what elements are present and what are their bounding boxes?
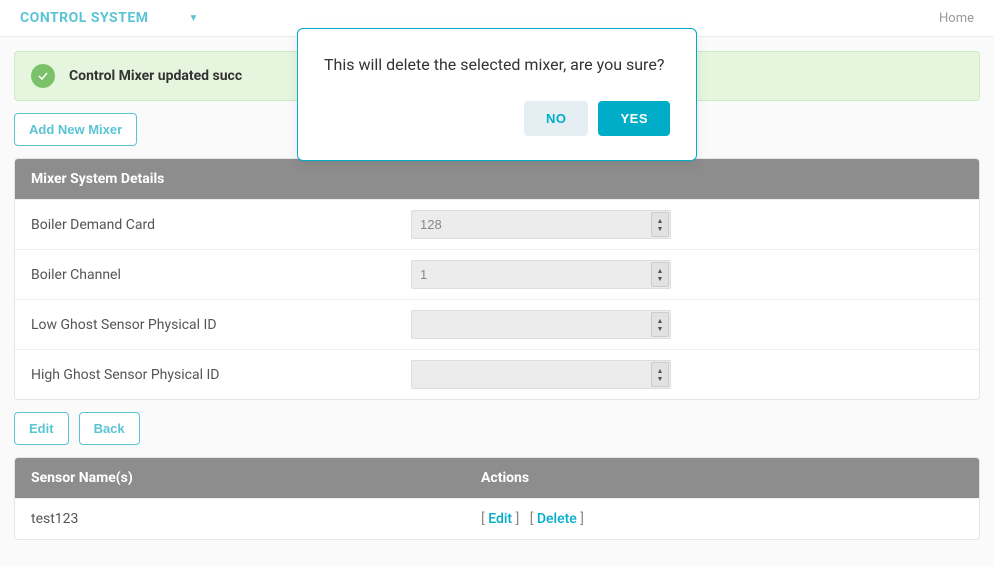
yes-button[interactable]: YES bbox=[598, 101, 670, 136]
spin-down-icon[interactable]: ▼ bbox=[652, 325, 668, 333]
form-row-high-ghost: High Ghost Sensor Physical ID ▲▼ bbox=[15, 349, 979, 399]
add-new-mixer-button[interactable]: Add New Mixer bbox=[14, 113, 137, 146]
input-wrap: ▲▼ bbox=[411, 310, 671, 339]
spin-buttons[interactable]: ▲▼ bbox=[651, 362, 669, 387]
input-wrap: ▲▼ bbox=[411, 210, 671, 239]
delete-link[interactable]: Delete bbox=[537, 511, 577, 527]
check-circle-icon bbox=[31, 64, 55, 88]
confirm-delete-modal: This will delete the selected mixer, are… bbox=[297, 28, 697, 161]
no-button[interactable]: NO bbox=[524, 101, 589, 136]
spin-buttons[interactable]: ▲▼ bbox=[651, 312, 669, 337]
form-row-low-ghost: Low Ghost Sensor Physical ID ▲▼ bbox=[15, 299, 979, 349]
brand-title[interactable]: CONTROL SYSTEM bbox=[20, 10, 148, 26]
modal-actions: NO YES bbox=[324, 101, 670, 136]
edit-back-row: Edit Back bbox=[14, 412, 980, 445]
sensor-table-header: Sensor Name(s) Actions bbox=[15, 458, 979, 498]
label-boiler-demand-card: Boiler Demand Card bbox=[31, 217, 411, 233]
alert-message: Control Mixer updated succ bbox=[69, 68, 242, 84]
spin-buttons[interactable]: ▲▼ bbox=[651, 262, 669, 287]
home-link[interactable]: Home bbox=[939, 11, 974, 26]
spin-up-icon[interactable]: ▲ bbox=[652, 317, 668, 325]
input-wrap: ▲▼ bbox=[411, 360, 671, 389]
form-row-boiler-channel: Boiler Channel ▲▼ bbox=[15, 249, 979, 299]
edit-button[interactable]: Edit bbox=[14, 412, 69, 445]
label-high-ghost: High Ghost Sensor Physical ID bbox=[31, 367, 411, 383]
spin-down-icon[interactable]: ▼ bbox=[652, 225, 668, 233]
boiler-demand-card-input[interactable] bbox=[411, 210, 671, 239]
spin-up-icon[interactable]: ▲ bbox=[652, 367, 668, 375]
sensor-name-cell: test123 bbox=[31, 511, 481, 527]
bracket-text: ] bbox=[512, 511, 519, 527]
mixer-details-header: Mixer System Details bbox=[15, 159, 979, 199]
spin-up-icon[interactable]: ▲ bbox=[652, 267, 668, 275]
mixer-details-panel: Mixer System Details Boiler Demand Card … bbox=[14, 158, 980, 400]
col-actions: Actions bbox=[481, 470, 963, 486]
header-left: CONTROL SYSTEM ▼ bbox=[20, 10, 198, 26]
label-boiler-channel: Boiler Channel bbox=[31, 267, 411, 283]
spin-up-icon[interactable]: ▲ bbox=[652, 217, 668, 225]
bracket-text: [ bbox=[481, 511, 488, 527]
spin-buttons[interactable]: ▲▼ bbox=[651, 212, 669, 237]
col-sensor-name: Sensor Name(s) bbox=[31, 470, 481, 486]
high-ghost-input[interactable] bbox=[411, 360, 671, 389]
edit-link[interactable]: Edit bbox=[488, 511, 512, 527]
form-row-boiler-demand-card: Boiler Demand Card ▲▼ bbox=[15, 199, 979, 249]
spin-down-icon[interactable]: ▼ bbox=[652, 275, 668, 283]
low-ghost-input[interactable] bbox=[411, 310, 671, 339]
input-wrap: ▲▼ bbox=[411, 260, 671, 289]
modal-text: This will delete the selected mixer, are… bbox=[324, 53, 670, 77]
label-low-ghost: Low Ghost Sensor Physical ID bbox=[31, 317, 411, 333]
boiler-channel-input[interactable] bbox=[411, 260, 671, 289]
chevron-down-icon[interactable]: ▼ bbox=[188, 13, 198, 24]
bracket-text: ] bbox=[577, 511, 584, 527]
bracket-text: [ bbox=[530, 511, 537, 527]
back-button[interactable]: Back bbox=[79, 412, 140, 445]
sensor-table: Sensor Name(s) Actions test123 [ Edit ] … bbox=[14, 457, 980, 540]
spin-down-icon[interactable]: ▼ bbox=[652, 375, 668, 383]
table-row: test123 [ Edit ] [ Delete ] bbox=[15, 498, 979, 539]
actions-cell: [ Edit ] [ Delete ] bbox=[481, 511, 963, 527]
